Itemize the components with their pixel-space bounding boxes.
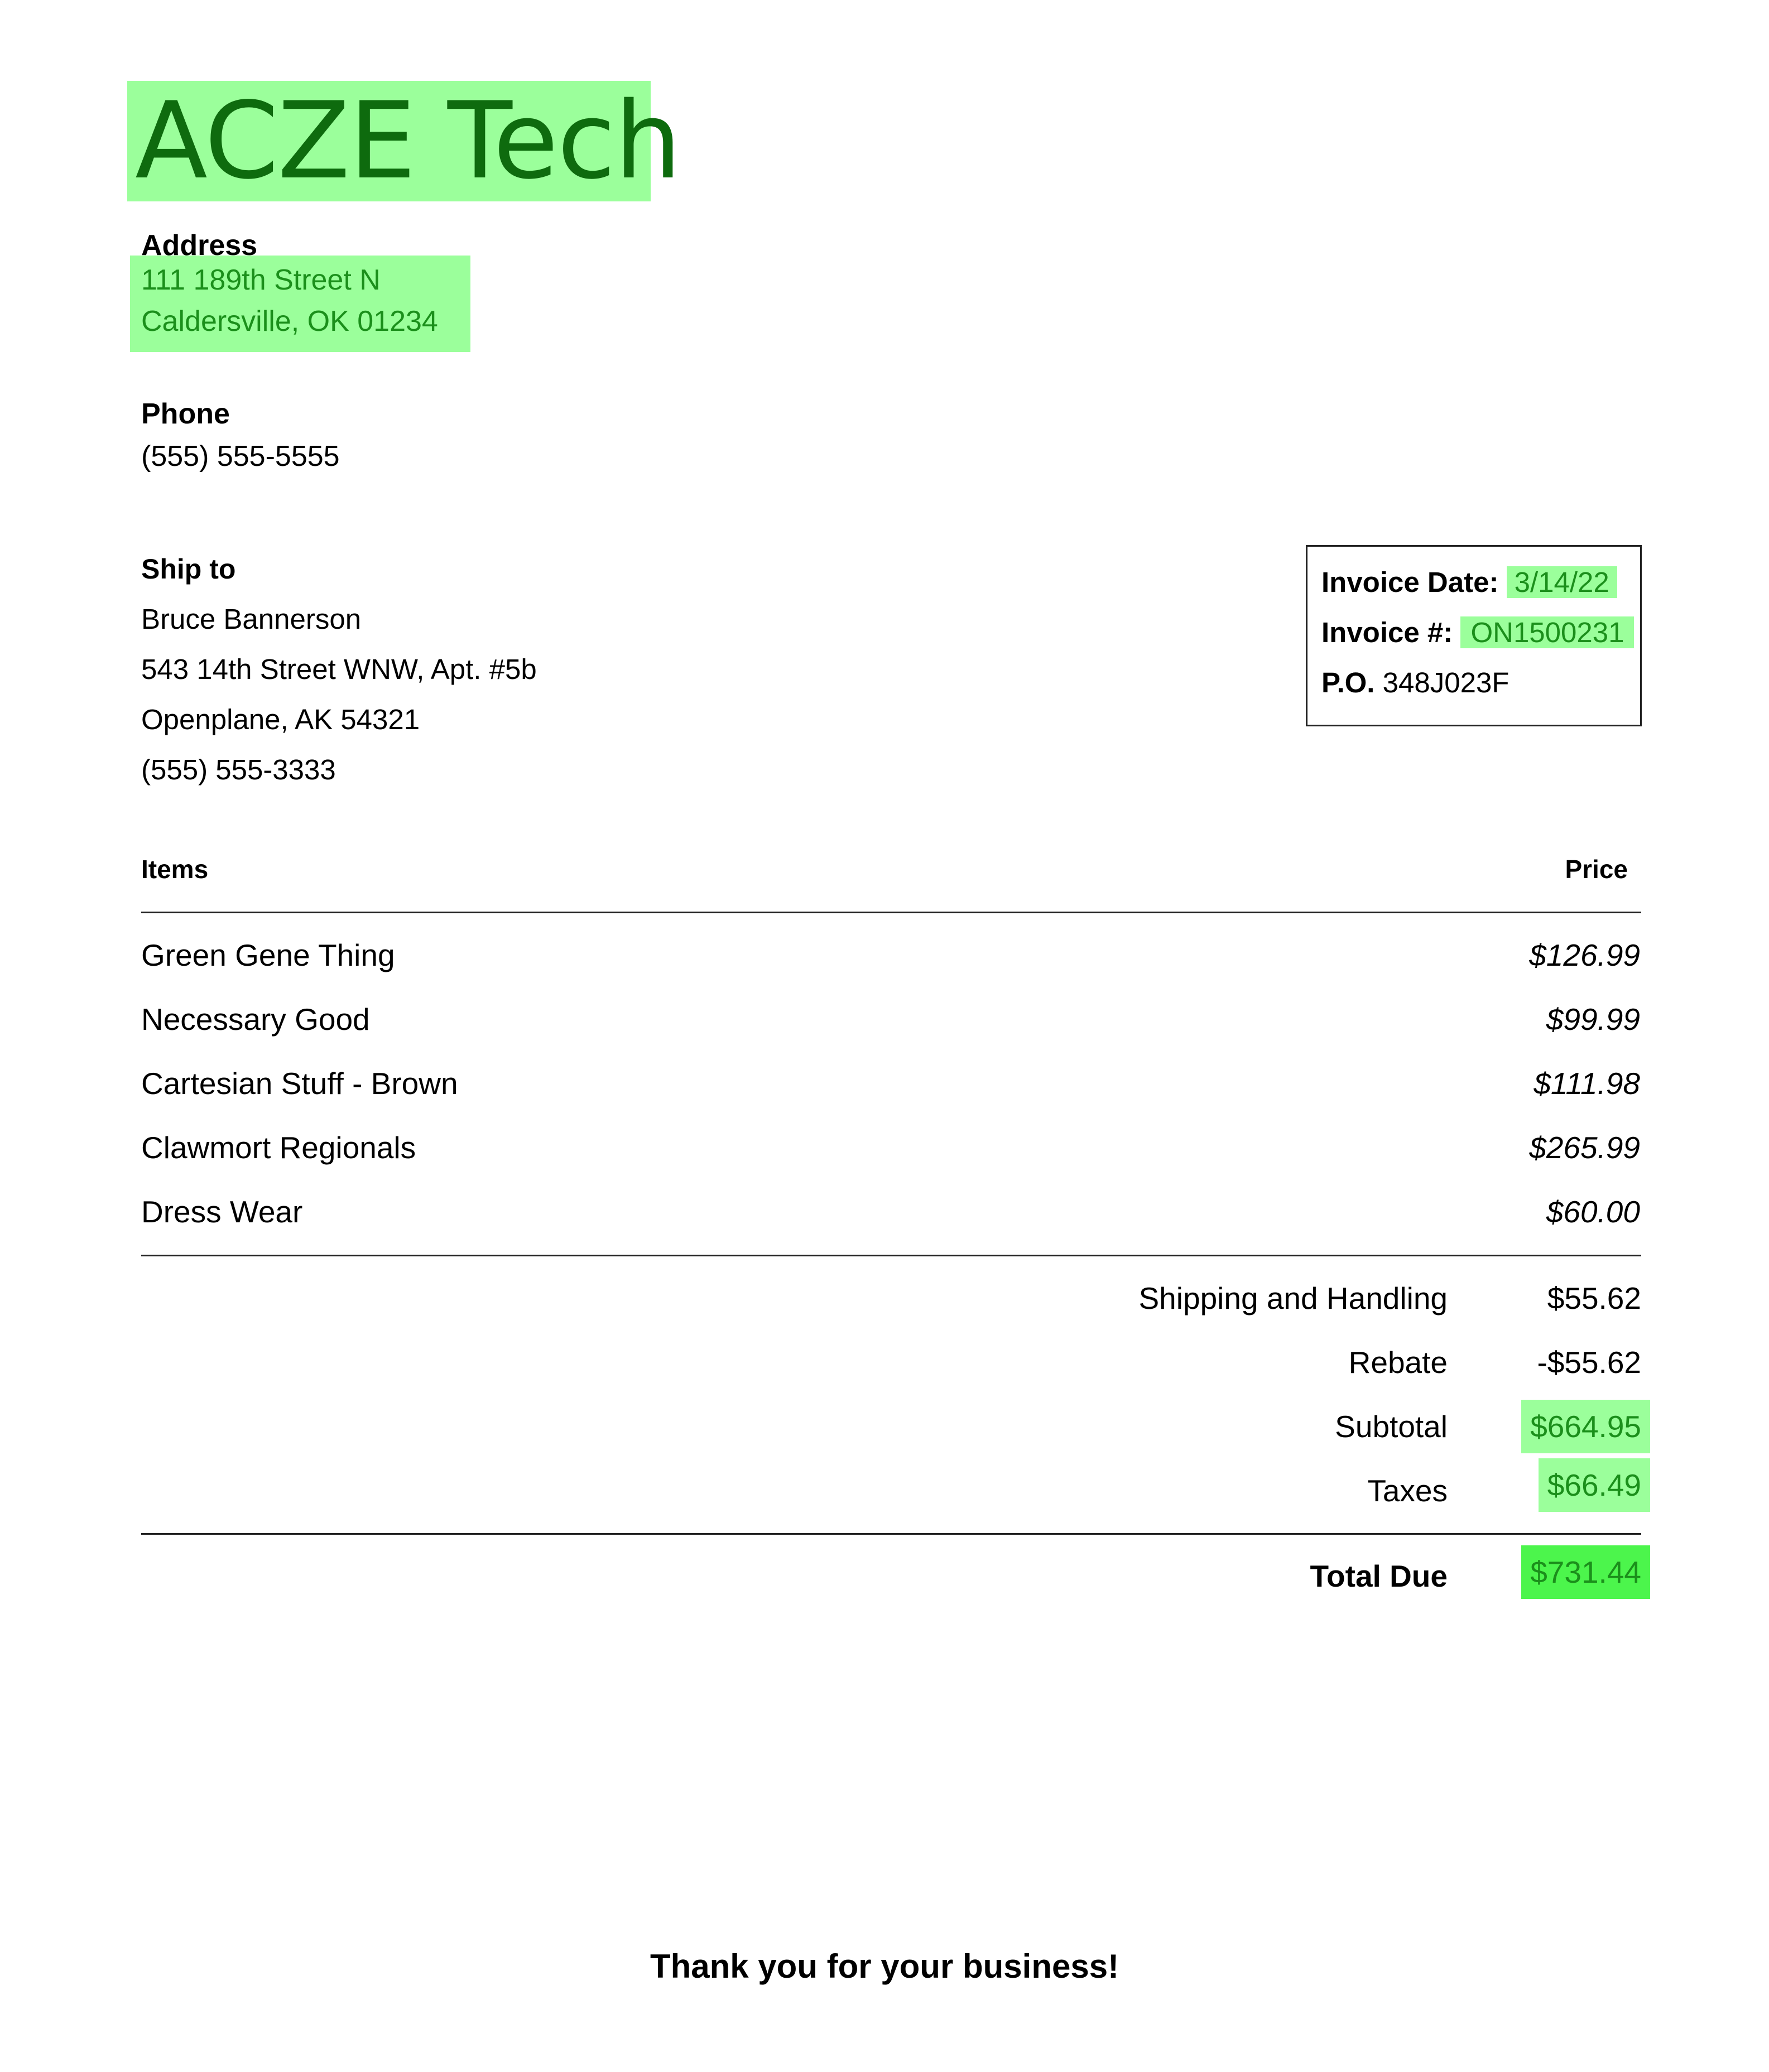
ship-to-name: Bruce Bannerson <box>141 603 362 635</box>
table-row: Cartesian Stuff - Brown $111.98 <box>141 1061 1640 1106</box>
item-price: $265.99 <box>1529 1130 1640 1165</box>
total-due-value: $731.44 <box>1521 1545 1650 1599</box>
items-divider <box>141 1255 1641 1256</box>
address-line-2: Caldersville, OK 01234 <box>141 305 438 338</box>
company-address: 111 189th Street N Caldersville, OK 0123… <box>130 256 470 352</box>
thank-you-message: Thank you for your business! <box>650 1948 1119 1985</box>
ship-to-label: Ship to <box>141 553 236 585</box>
subtotal-value: $664.95 <box>1521 1400 1650 1453</box>
item-price: $99.99 <box>1546 1002 1640 1037</box>
price-column-header: Price <box>1565 855 1628 884</box>
subtotal-label: Subtotal <box>1335 1409 1448 1444</box>
invoice-number-label: Invoice #: <box>1321 616 1453 648</box>
item-name: Clawmort Regionals <box>141 1130 416 1165</box>
shipping-label: Shipping and Handling <box>1138 1281 1448 1316</box>
invoice-info-box: Invoice Date: 3/14/22 Invoice #: ON15002… <box>1306 545 1642 726</box>
po-label: P.O. <box>1321 667 1375 698</box>
item-price: $126.99 <box>1529 938 1640 972</box>
phone-label: Phone <box>141 398 230 430</box>
table-row: Dress Wear $60.00 <box>141 1189 1640 1234</box>
table-row: Clawmort Regionals $265.99 <box>141 1125 1640 1170</box>
invoice-date-row: Invoice Date: 3/14/22 <box>1321 565 1617 600</box>
item-name: Green Gene Thing <box>141 938 395 972</box>
taxes-value: $66.49 <box>1538 1458 1650 1512</box>
item-name: Necessary Good <box>141 1002 370 1037</box>
invoice-date-value: 3/14/22 <box>1506 566 1617 598</box>
items-column-header: Items <box>141 855 209 884</box>
invoice-date-label: Invoice Date: <box>1321 566 1499 598</box>
company-name: ACZE Tech <box>127 81 681 201</box>
shipping-value: $55.62 <box>1547 1281 1641 1316</box>
ship-to-street: 543 14th Street WNW, Apt. #5b <box>141 653 537 685</box>
table-row: Green Gene Thing $126.99 <box>141 933 1640 977</box>
summary-divider <box>141 1533 1641 1535</box>
item-name: Dress Wear <box>141 1194 303 1229</box>
rebate-label: Rebate <box>1348 1345 1448 1380</box>
total-due-label: Total Due <box>1310 1559 1448 1593</box>
table-row: Necessary Good $99.99 <box>141 997 1640 1042</box>
taxes-label: Taxes <box>1367 1473 1448 1508</box>
item-name: Cartesian Stuff - Brown <box>141 1066 458 1101</box>
invoice-number-row: Invoice #: ON1500231 <box>1321 615 1635 650</box>
table-header-divider <box>141 912 1641 913</box>
ship-to-phone: (555) 555-3333 <box>141 754 336 786</box>
invoice-number-value: ON1500231 <box>1460 616 1635 648</box>
po-row: P.O. 348J023F <box>1321 666 1509 700</box>
po-value: 348J023F <box>1382 667 1510 698</box>
address-line-1: 111 189th Street N <box>141 264 381 296</box>
phone-value: (555) 555-5555 <box>141 440 340 473</box>
item-price: $60.00 <box>1546 1194 1640 1229</box>
ship-to-city: Openplane, AK 54321 <box>141 703 420 735</box>
item-price: $111.98 <box>1534 1066 1640 1101</box>
rebate-value: -$55.62 <box>1537 1345 1641 1380</box>
